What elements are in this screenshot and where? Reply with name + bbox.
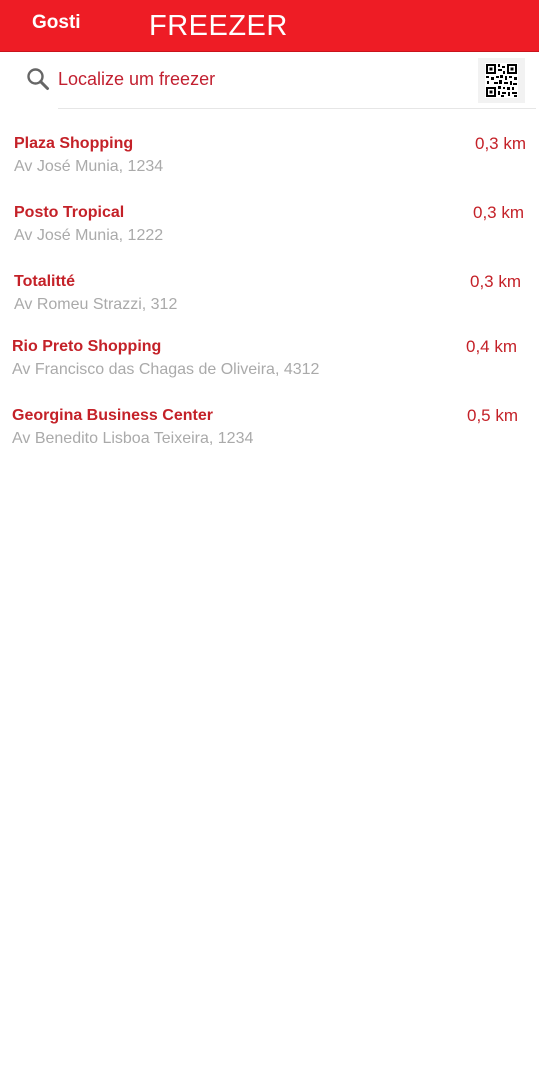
location-address: Av Romeu Strazzi, 312 xyxy=(14,296,178,313)
brand-name[interactable]: Gosti xyxy=(32,11,81,35)
list-item[interactable]: Totalitté Av Romeu Strazzi, 312 0,3 km xyxy=(14,272,530,324)
location-address: Av José Munia, 1222 xyxy=(14,227,164,244)
search-icon[interactable] xyxy=(26,67,50,91)
location-distance: 0,3 km xyxy=(473,203,525,222)
location-name: Posto Tropical xyxy=(14,204,125,221)
location-name: Totalitté xyxy=(14,273,76,290)
list-item[interactable]: Posto Tropical Av José Munia, 1222 0,3 k… xyxy=(14,203,530,255)
location-address: Av Benedito Lisboa Teixeira, 1234 xyxy=(12,430,254,447)
list-item[interactable]: Plaza Shopping Av José Munia, 1234 0,3 k… xyxy=(14,134,530,186)
location-distance: 0,5 km xyxy=(467,406,519,425)
qr-scan-button[interactable] xyxy=(478,58,525,103)
search-divider xyxy=(58,108,536,109)
location-name: Georgina Business Center xyxy=(12,407,213,424)
location-name: Rio Preto Shopping xyxy=(12,338,162,355)
location-address: Av Francisco das Chagas de Oliveira, 431… xyxy=(12,361,320,378)
location-distance: 0,3 km xyxy=(475,134,527,153)
list-item[interactable]: Georgina Business Center Av Benedito Lis… xyxy=(12,406,528,458)
location-distance: 0,4 km xyxy=(466,337,518,356)
search-input[interactable] xyxy=(58,66,458,92)
location-address: Av José Munia, 1234 xyxy=(14,158,164,175)
list-item[interactable]: Rio Preto Shopping Av Francisco das Chag… xyxy=(12,337,528,389)
location-name: Plaza Shopping xyxy=(14,135,134,152)
app-header: Gosti FREEZER xyxy=(0,0,539,52)
location-distance: 0,3 km xyxy=(470,272,522,291)
page-title: FREEZER xyxy=(149,10,288,42)
